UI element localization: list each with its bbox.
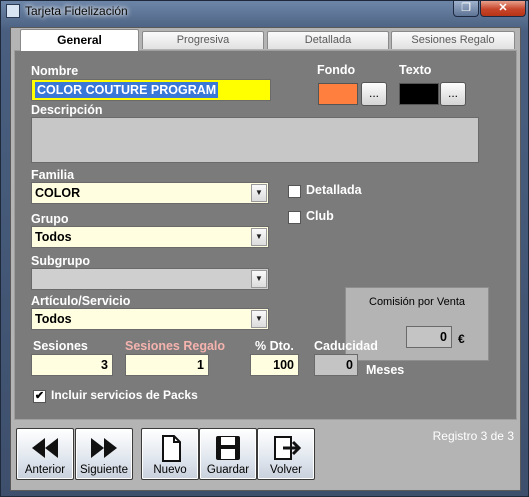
familia-label: Familia: [31, 168, 75, 182]
caducidad-label: Caducidad: [314, 339, 378, 353]
subgrupo-select[interactable]: ▼: [31, 268, 269, 290]
grupo-label: Grupo: [31, 212, 69, 226]
articulo-select[interactable]: Todos ▼: [31, 308, 269, 330]
chevron-down-icon[interactable]: ▼: [251, 228, 267, 246]
restore-icon: ❐: [461, 2, 471, 14]
fondo-color-swatch: [318, 83, 358, 105]
detallada-label: Detallada: [306, 183, 362, 197]
sesiones-regalo-field[interactable]: 1: [125, 354, 209, 376]
texto-color-button[interactable]: ...: [440, 82, 466, 106]
euro-unit: €: [458, 332, 465, 346]
title-bar[interactable]: Tarjeta Fidelización ❐ ✕: [1, 1, 528, 21]
meses-unit: Meses: [366, 363, 405, 377]
anterior-label: Anterior: [24, 464, 66, 476]
volver-label: Volver: [270, 464, 302, 476]
app-icon: [6, 4, 20, 18]
incluir-packs-label: Incluir servicios de Packs: [51, 388, 198, 402]
nombre-value: COLOR COUTURE PROGRAM: [35, 82, 219, 98]
sesiones-label: Sesiones: [33, 339, 88, 353]
nombre-field[interactable]: COLOR COUTURE PROGRAM: [31, 79, 271, 101]
comision-label: Comisión por Venta: [369, 296, 465, 308]
close-button[interactable]: ✕: [480, 1, 526, 17]
familia-select[interactable]: COLOR ▼: [31, 182, 269, 204]
club-checkbox[interactable]: [288, 211, 301, 224]
club-label: Club: [306, 209, 334, 223]
siguiente-button[interactable]: Siguiente: [75, 428, 133, 480]
exit-arrow-icon: [274, 436, 301, 460]
descripcion-label: Descripción: [31, 103, 103, 117]
fast-forward-icon: [91, 438, 117, 458]
tab-progresiva[interactable]: Progresiva: [142, 31, 264, 49]
tab-general[interactable]: General: [20, 29, 139, 51]
articulo-label: Artículo/Servicio: [31, 294, 131, 308]
detallada-checkbox[interactable]: [288, 185, 301, 198]
nuevo-label: Nuevo: [153, 464, 187, 476]
texto-color-swatch: [399, 83, 439, 105]
descripcion-field[interactable]: [31, 117, 479, 163]
tab-detallada[interactable]: Detallada: [267, 31, 389, 49]
record-indicator: Registro 3 de 3: [432, 429, 514, 443]
check-icon: ✔: [34, 390, 45, 402]
fondo-label: Fondo: [317, 63, 356, 77]
tab-sesiones-regalo[interactable]: Sesiones Regalo: [391, 31, 515, 49]
client-area: General Progresiva Detallada Sesiones Re…: [10, 27, 521, 491]
close-icon: ✕: [498, 2, 508, 14]
general-panel: Nombre COLOR COUTURE PROGRAM Fondo ... T…: [14, 50, 517, 420]
chevron-down-icon[interactable]: ▼: [251, 184, 267, 202]
fondo-color-button[interactable]: ...: [361, 82, 387, 106]
grupo-value: Todos: [35, 230, 72, 244]
volver-button[interactable]: Volver: [257, 428, 315, 480]
subgrupo-label: Subgrupo: [31, 254, 91, 268]
sesiones-regalo-label: Sesiones Regalo: [125, 339, 226, 353]
restore-button[interactable]: ❐: [453, 1, 479, 17]
comision-field[interactable]: 0: [406, 326, 452, 348]
familia-value: COLOR: [35, 186, 81, 200]
rewind-icon: [32, 438, 58, 458]
guardar-button[interactable]: Guardar: [199, 428, 257, 480]
window: Tarjeta Fidelización ❐ ✕ General Progres…: [0, 0, 529, 497]
texto-label: Texto: [399, 63, 432, 77]
incluir-packs-checkbox[interactable]: ✔: [33, 390, 46, 403]
dto-field[interactable]: 100: [250, 354, 299, 376]
anterior-button[interactable]: Anterior: [16, 428, 74, 480]
caducidad-field[interactable]: 0: [314, 354, 358, 376]
window-title: Tarjeta Fidelización: [25, 4, 128, 18]
guardar-label: Guardar: [206, 464, 250, 476]
sesiones-field[interactable]: 3: [31, 354, 113, 376]
chevron-down-icon[interactable]: ▼: [251, 310, 267, 328]
siguiente-label: Siguiente: [80, 464, 128, 476]
new-document-icon: [162, 435, 181, 462]
chevron-down-icon[interactable]: ▼: [251, 270, 267, 288]
articulo-value: Todos: [35, 312, 72, 326]
dto-label: % Dto.: [255, 339, 294, 353]
grupo-select[interactable]: Todos ▼: [31, 226, 269, 248]
save-disk-icon: [216, 436, 240, 460]
nuevo-button[interactable]: Nuevo: [141, 428, 199, 480]
nombre-label: Nombre: [31, 64, 79, 78]
